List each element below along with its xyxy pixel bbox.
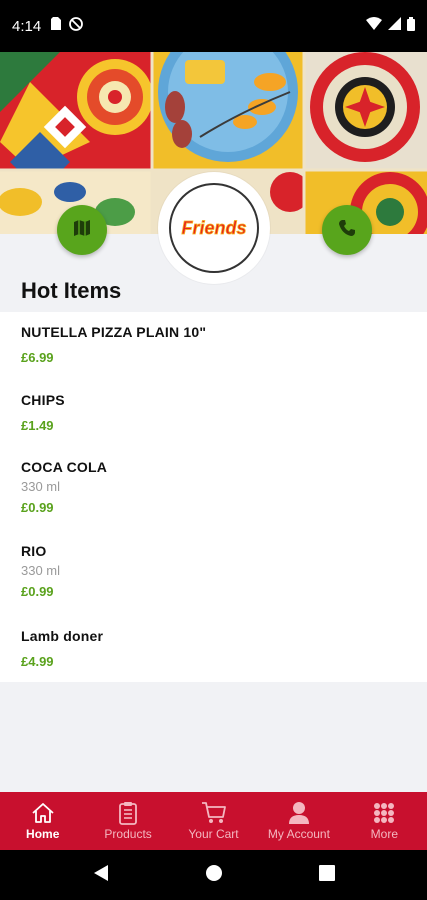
account-icon: [288, 801, 310, 825]
grid-icon: [373, 801, 395, 825]
status-time: 4:14: [12, 17, 42, 35]
restaurant-logo: Friends: [158, 172, 270, 284]
nav-more-label: More: [370, 827, 398, 841]
logo-text: Friends: [181, 218, 246, 238]
item-name: NUTELLA PIZZA PLAIN 10": [21, 324, 207, 340]
nav-more[interactable]: More: [342, 792, 427, 850]
sim-card-icon: [51, 17, 62, 35]
phone-icon: [338, 219, 356, 242]
item-name: Lamb doner: [21, 628, 104, 644]
hot-items-list: NUTELLA PIZZA PLAIN 10" £6.99 CHIPS £1.4…: [0, 312, 427, 682]
nav-products-label: Products: [104, 827, 152, 841]
item-price: £0.99: [21, 500, 54, 515]
cart-icon: [201, 801, 227, 825]
list-item[interactable]: NUTELLA PIZZA PLAIN 10" £6.99: [21, 324, 206, 365]
item-name: CHIPS: [21, 392, 65, 408]
nav-cart-label: Your Cart: [188, 827, 239, 841]
item-description: 330 ml: [21, 479, 61, 494]
wifi-icon: [366, 17, 382, 35]
home-circle-icon[interactable]: [205, 864, 223, 887]
back-icon[interactable]: [93, 864, 109, 887]
item-name: COCA COLA: [21, 459, 108, 475]
home-icon: [31, 801, 55, 825]
nav-account-label: My Account: [267, 827, 330, 841]
nav-cart[interactable]: Your Cart: [171, 792, 256, 850]
item-price: £6.99: [21, 350, 54, 365]
signal-icon: [388, 17, 401, 35]
item-description: 330 ml: [21, 563, 61, 578]
item-price: £4.99: [21, 654, 54, 669]
nav-products[interactable]: Products: [85, 792, 170, 850]
map-button[interactable]: [57, 205, 107, 255]
nav-home-label: Home: [26, 827, 60, 841]
item-price: £0.99: [21, 584, 54, 599]
system-navigation-bar: [0, 850, 427, 900]
section-title: Hot Items: [21, 278, 122, 303]
list-item[interactable]: Lamb doner £4.99: [21, 628, 103, 669]
item-price: £1.49: [21, 418, 54, 433]
status-bar: 4:14: [0, 0, 427, 52]
recents-icon[interactable]: [318, 864, 335, 886]
item-name: RIO: [21, 543, 47, 559]
bottom-navigation: Home Products Your Cart My Account More: [0, 792, 427, 850]
call-button[interactable]: [322, 205, 372, 255]
nav-home[interactable]: Home: [0, 792, 85, 850]
nav-account[interactable]: My Account: [256, 792, 341, 850]
battery-icon: [407, 16, 415, 36]
list-item[interactable]: CHIPS £1.49: [21, 392, 65, 433]
menu-card-icon: [118, 801, 138, 825]
list-item[interactable]: RIO 330 ml £0.99: [21, 543, 60, 599]
list-item[interactable]: COCA COLA 330 ml £0.99: [21, 459, 107, 515]
no-sync-icon: [69, 16, 84, 36]
map-icon: [73, 219, 91, 242]
